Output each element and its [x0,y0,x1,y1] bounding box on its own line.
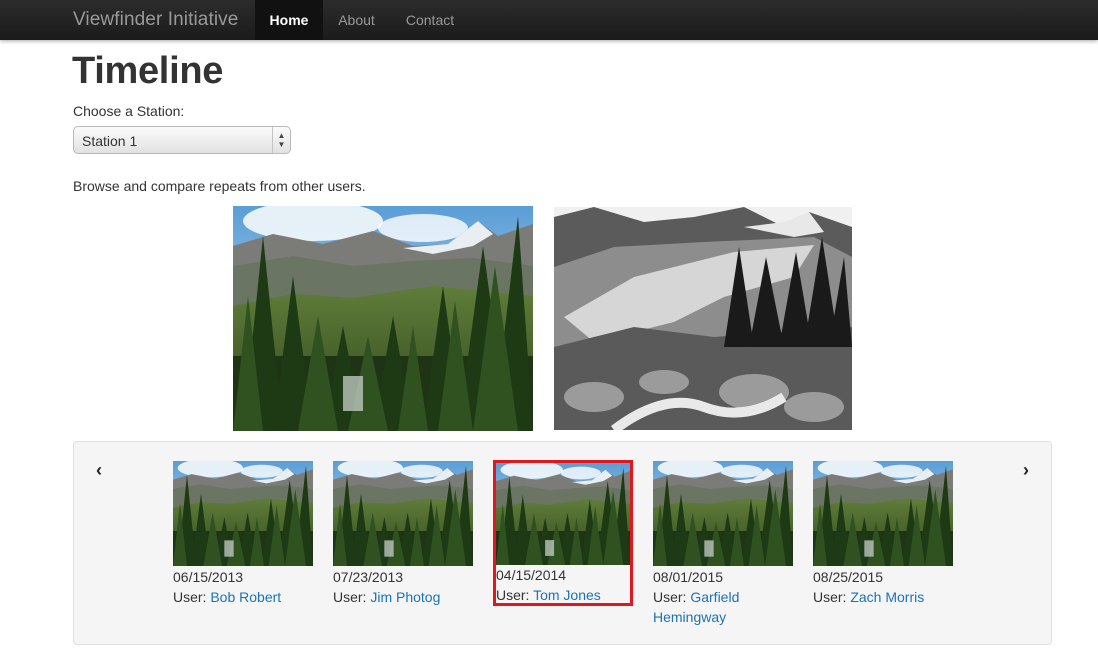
repeat-photo [233,206,533,431]
select-arrows-icon: ▲ ▼ [272,127,290,153]
user-link[interactable]: Tom Jones [533,587,601,603]
historic-photo [554,207,852,430]
thumbnail-image[interactable] [496,463,630,565]
thumbnail-image[interactable] [813,461,953,566]
nav-about[interactable]: About [323,0,390,40]
timeline-item: 08/25/2015 User: Zach Morris [813,461,953,607]
timeline-item: 06/15/2013 User: Bob Robert [173,461,313,607]
user-prefix: User: [173,589,207,605]
user-prefix: User: [496,587,530,603]
thumbnail-image[interactable] [173,461,313,566]
thumbnail-user: User: Tom Jones [496,585,630,605]
station-label: Choose a Station: [73,103,185,119]
top-navbar: Viewfinder Initiative Home About Contact [0,0,1098,40]
thumbnail-user: User: Garfield Hemingway [653,587,793,627]
thumbnail-date: 07/23/2013 [333,569,404,585]
chevron-right-icon: › [1023,460,1029,480]
brand-link[interactable]: Viewfinder Initiative [73,9,238,31]
thumbnail-date: 06/15/2013 [173,569,244,585]
thumbnail-image[interactable] [653,461,793,566]
user-prefix: User: [653,589,687,605]
thumbnail-date: 08/25/2015 [813,569,884,585]
user-link[interactable]: Zach Morris [850,589,924,605]
station-select[interactable]: Station 1 ▲ ▼ [73,126,291,154]
thumbnail-user: User: Jim Photog [333,587,473,607]
nav-home[interactable]: Home [255,0,323,40]
timeline-item: 08/01/2015 User: Garfield Hemingway [653,461,793,627]
user-link[interactable]: Bob Robert [210,589,281,605]
nav-contact[interactable]: Contact [390,0,470,40]
carousel-prev-button[interactable]: ‹ [92,460,106,481]
thumbnail-user: User: Bob Robert [173,587,313,607]
thumbnail-user: User: Zach Morris [813,587,953,607]
thumbnail-date: 08/01/2015 [653,569,724,585]
thumbnail-date: 04/15/2014 [496,567,567,583]
timeline-item-selected: 04/15/2014 User: Tom Jones [496,463,630,605]
user-prefix: User: [813,589,847,605]
station-select-value: Station 1 [82,133,138,149]
intro-text: Browse and compare repeats from other us… [73,178,366,194]
timeline-item: 07/23/2013 User: Jim Photog [333,461,473,607]
carousel-next-button[interactable]: › [1019,460,1033,481]
user-link[interactable]: Jim Photog [370,589,440,605]
thumbnail-image[interactable] [333,461,473,566]
page-title: Timeline [72,50,224,92]
chevron-left-icon: ‹ [96,460,102,480]
user-prefix: User: [333,589,367,605]
